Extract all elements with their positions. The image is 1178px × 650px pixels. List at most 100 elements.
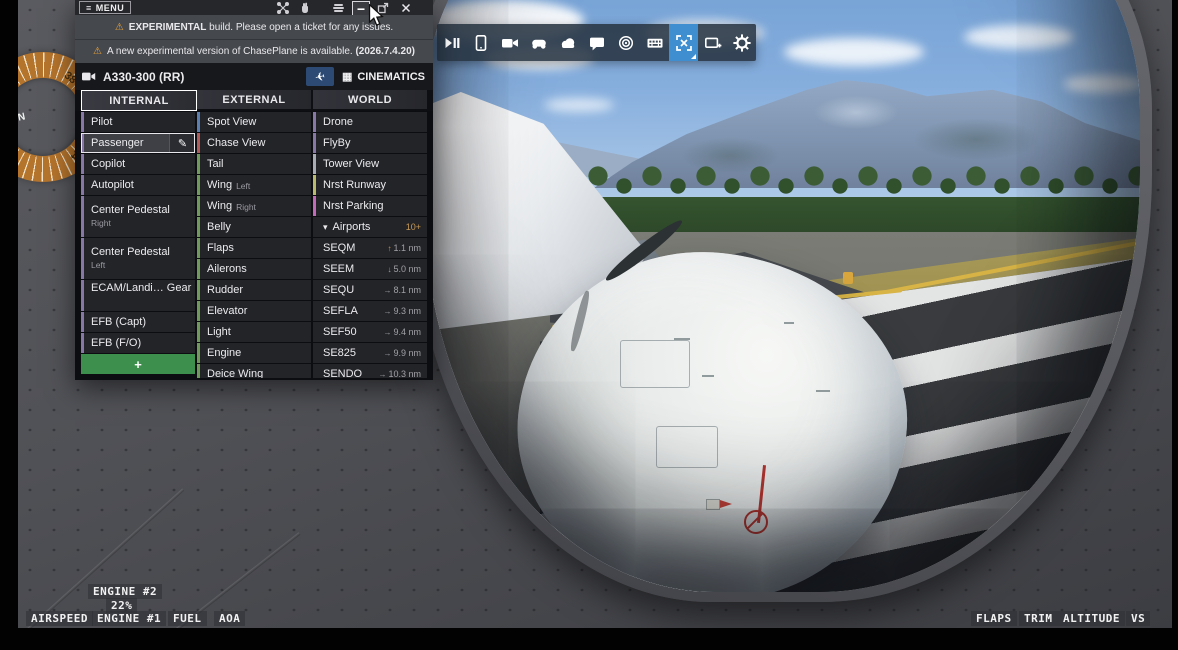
- view-item-pilot[interactable]: Pilot: [81, 112, 195, 132]
- view-item-center-pedestal-right[interactable]: Center Pedestal Right: [81, 196, 195, 237]
- view-item-engine[interactable]: Engine: [197, 343, 311, 363]
- trim-label: TRIM: [1019, 611, 1058, 626]
- direction-arrow-icon: ↑: [387, 244, 391, 253]
- keyboard-icon[interactable]: [640, 24, 669, 61]
- right-black-bar: [1172, 0, 1178, 650]
- view-item-wing-right[interactable]: WingRight: [197, 196, 311, 216]
- aircraft-name: A330-300 (RR): [103, 70, 184, 84]
- view-tabs: INTERNAL EXTERNAL WORLD: [75, 90, 433, 111]
- view-item-nrst-parking[interactable]: Nrst Parking: [313, 196, 427, 216]
- film-icon: ▦: [342, 70, 352, 83]
- view-item-wing-left[interactable]: WingLeft: [197, 175, 311, 195]
- weather-icon[interactable]: [553, 24, 582, 61]
- view-item-ailerons[interactable]: Ailerons: [197, 259, 311, 279]
- view-item-center-pedestal-left[interactable]: Center Pedestal Left: [81, 238, 195, 279]
- add-view-button[interactable]: +: [81, 354, 195, 374]
- engine2-label: ENGINE #2: [88, 584, 162, 599]
- airports-count: 10+: [406, 222, 421, 232]
- hamburger-icon: ≡: [86, 3, 92, 13]
- world-column: Drone FlyBy Tower View Nrst Runway Nrst …: [313, 112, 427, 378]
- view-item-copilot[interactable]: Copilot: [81, 154, 195, 174]
- view-item-autopilot[interactable]: Autopilot: [81, 175, 195, 195]
- view-item-elevator[interactable]: Elevator: [197, 301, 311, 321]
- flaps-label: FLAPS: [971, 611, 1017, 626]
- chevron-down-icon: ▾: [323, 222, 328, 233]
- aoa-label: AOA: [214, 611, 245, 626]
- view-item-nrst-runway[interactable]: Nrst Runway: [313, 175, 427, 195]
- bottom-black-bar: [0, 628, 1178, 650]
- direction-arrow-icon: →: [383, 307, 391, 316]
- chaseplane-panel: ≡ MENU ⚠ EXPERIMENTAL bu: [75, 0, 433, 380]
- play-pause-icon[interactable]: [437, 24, 466, 61]
- view-item-belly[interactable]: Belly: [197, 217, 311, 237]
- tablet-icon[interactable]: [466, 24, 495, 61]
- airport-row-sendo[interactable]: SENDO →10.3 nm: [313, 364, 427, 378]
- view-item-tower-view[interactable]: Tower View: [313, 154, 427, 174]
- direction-arrow-icon: ↓: [387, 265, 391, 274]
- airport-row-sequ[interactable]: SEQU →8.1 nm: [313, 280, 427, 300]
- airport-row-sefla[interactable]: SEFLA →9.3 nm: [313, 301, 427, 321]
- warning-icon: ⚠: [115, 22, 124, 33]
- menu-button[interactable]: ≡ MENU: [79, 1, 131, 14]
- aircraft-view-button[interactable]: ✈: [306, 67, 334, 86]
- settings-gear-icon[interactable]: [727, 24, 756, 61]
- warning-icon: ⚠: [93, 46, 102, 57]
- airports-header[interactable]: ▾ Airports 10+: [313, 217, 427, 237]
- vs-label: VS: [1126, 611, 1150, 626]
- close-button[interactable]: [398, 1, 414, 14]
- pencil-icon: ✎: [178, 137, 187, 150]
- update-warning: ⚠ A new experimental version of ChasePla…: [75, 40, 433, 63]
- hand-icon[interactable]: [297, 1, 313, 14]
- view-item-chase-view[interactable]: Chase View: [197, 133, 311, 153]
- engine1-label: ENGINE #1: [92, 611, 166, 626]
- cinematics-button[interactable]: ▦ CINEMATICS: [342, 70, 425, 83]
- left-black-bar: [0, 0, 18, 650]
- view-item-drone[interactable]: Drone: [313, 112, 427, 132]
- airport-row-se825[interactable]: SE825 →9.9 nm: [313, 343, 427, 363]
- warning-text: EXPERIMENTAL build. Please open a ticket…: [129, 22, 393, 33]
- window-add-icon[interactable]: [698, 24, 727, 61]
- edit-view-button[interactable]: ✎: [169, 133, 195, 153]
- tab-internal[interactable]: INTERNAL: [81, 90, 197, 111]
- camera-icon[interactable]: [495, 24, 524, 61]
- view-item-passenger[interactable]: Passenger ✎: [81, 133, 195, 153]
- external-column: Spot View Chase View Tail WingLeft WingR…: [197, 112, 311, 378]
- direction-arrow-icon: →: [383, 328, 391, 337]
- fuel-label: FUEL: [168, 611, 207, 626]
- outside-view: [424, 0, 1140, 592]
- view-item-efb-fo[interactable]: EFB (F/O): [81, 333, 195, 353]
- view-item-flaps[interactable]: Flaps: [197, 238, 311, 258]
- view-item-spot-view[interactable]: Spot View: [197, 112, 311, 132]
- direction-arrow-icon: →: [378, 370, 386, 379]
- view-item-rudder[interactable]: Rudder: [197, 280, 311, 300]
- tab-world[interactable]: WORLD: [313, 90, 427, 109]
- menu-label: MENU: [96, 3, 125, 13]
- internal-column: Pilot Passenger ✎ Copilot Autopilot Cent…: [81, 112, 195, 378]
- view-item-ecam-landing-gear[interactable]: ECAM/Landi… Gear: [81, 280, 195, 311]
- camera-views-icon[interactable]: [669, 24, 698, 61]
- direction-arrow-icon: →: [383, 349, 391, 358]
- screenshot-root: 38 24 N: [0, 0, 1178, 650]
- plane-icon: ✈: [314, 69, 327, 85]
- camera-icon: [81, 70, 97, 83]
- objectives-icon[interactable]: [611, 24, 640, 61]
- view-item-light[interactable]: Light: [197, 322, 311, 342]
- airport-row-seem[interactable]: SEEM ↓5.0 nm: [313, 259, 427, 279]
- tab-external[interactable]: EXTERNAL: [197, 90, 311, 109]
- airport-row-sef50[interactable]: SEF50 →9.4 nm: [313, 322, 427, 342]
- sim-toolbar: [437, 24, 756, 61]
- direction-arrow-icon: →: [383, 286, 391, 295]
- view-item-deice-wing[interactable]: Deice Wing: [197, 364, 311, 378]
- airspeed-label: AIRSPEED: [26, 611, 93, 626]
- layers-icon[interactable]: [330, 1, 346, 14]
- view-item-tail[interactable]: Tail: [197, 154, 311, 174]
- warning-text: A new experimental version of ChasePlane…: [107, 46, 415, 57]
- atc-chat-icon[interactable]: [582, 24, 611, 61]
- cinematics-label: CINEMATICS: [357, 71, 425, 83]
- airport-row-seqm[interactable]: SEQM ↑1.1 nm: [313, 238, 427, 258]
- controls-icon[interactable]: [524, 24, 553, 61]
- view-item-efb-capt[interactable]: EFB (Capt): [81, 312, 195, 332]
- drone-icon[interactable]: [275, 1, 291, 14]
- altitude-label: ALTITUDE: [1058, 611, 1125, 626]
- view-item-flyby[interactable]: FlyBy: [313, 133, 427, 153]
